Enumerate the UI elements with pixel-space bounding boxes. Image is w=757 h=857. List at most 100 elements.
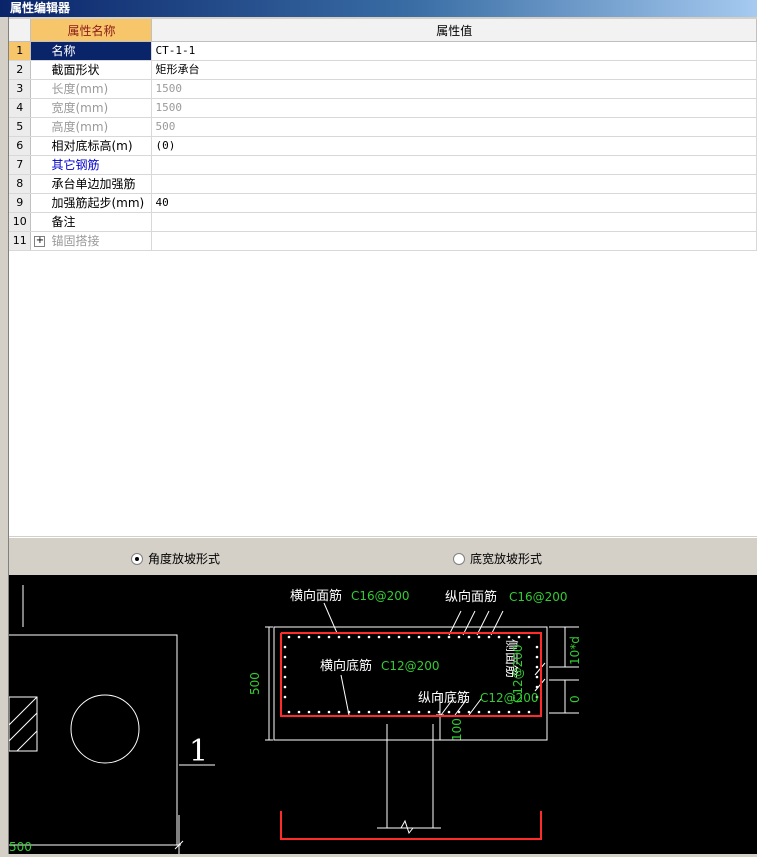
top-longitudinal-spec: C16@200 [509, 590, 568, 604]
angle-slope-label[interactable]: 角度放坡形式 [148, 550, 220, 567]
property-row[interactable]: 1 名称 CT-1-1 [9, 41, 757, 61]
rebar-dot [477, 710, 481, 714]
property-row[interactable]: 5 高度(mm) 500 [9, 117, 757, 137]
property-name: 其它钢筋 [51, 158, 100, 172]
property-name-cell[interactable]: 高度(mm) [30, 117, 153, 137]
rebar-dot [457, 710, 461, 714]
expand-toggle-icon[interactable]: + [34, 236, 46, 247]
property-row[interactable]: 3 长度(mm) 1500 [9, 79, 757, 99]
rebar-dot [397, 710, 401, 714]
property-name: 加强筋起步(mm) [51, 196, 145, 210]
row-number[interactable]: 8 [9, 174, 32, 194]
property-name-cell[interactable]: 长度(mm) [30, 79, 153, 99]
column-header-name[interactable]: 属性名称 [30, 19, 153, 42]
rebar-dot [467, 635, 471, 639]
property-row[interactable]: 2 截面形状 矩形承台 [9, 60, 757, 80]
width-slope-label[interactable]: 底宽放坡形式 [470, 550, 542, 567]
column-hatch-box [8, 696, 38, 752]
top-transverse-spec: C16@200 [351, 589, 410, 603]
rebar-dot [283, 645, 287, 649]
grid-body: 1 名称 CT-1-1 2 截面形状 矩形承台 3 长度(mm) 1500 4 宽度(mm) 1500… [9, 41, 757, 251]
rebar-dot [447, 635, 451, 639]
left-dock-strip [0, 17, 9, 854]
property-row[interactable]: 9 加强筋起步(mm) 40 [9, 193, 757, 213]
rebar-dot [327, 635, 331, 639]
row-number[interactable]: 3 [9, 79, 32, 99]
plan-dim-label: 500 [9, 840, 32, 854]
row-number[interactable]: 9 [9, 193, 32, 213]
property-value-cell[interactable] [151, 231, 757, 251]
width-slope-radio[interactable] [453, 552, 465, 565]
property-value-cell[interactable]: 1500 [151, 98, 757, 118]
property-name-cell[interactable]: 加强筋起步(mm) [30, 193, 153, 213]
leader-line [490, 610, 504, 636]
property-value-cell[interactable] [151, 174, 757, 194]
row-number[interactable]: 5 [9, 117, 32, 137]
rebar-dot [535, 655, 539, 659]
property-value-cell[interactable] [151, 155, 757, 175]
row-number[interactable]: 7 [9, 155, 32, 175]
rebar-dot [347, 710, 351, 714]
property-name-cell[interactable]: 承台单边加强筋 [30, 174, 153, 194]
rebar-dot [507, 635, 511, 639]
property-name: 名称 [51, 44, 76, 58]
row-number[interactable]: 4 [9, 98, 32, 118]
hatch-line [16, 730, 38, 752]
property-table: 属性名称 属性值 1 名称 CT-1-1 2 截面形状 矩形承台 3 长度(mm) 1500 4 宽… [9, 19, 757, 251]
side-rebar-spec: C12@200 [511, 644, 525, 703]
section-drawing-panel: 1 500 横向面筋 C16@200 纵向面筋 C16@200 横向底筋 C12… [8, 575, 757, 854]
row-number[interactable]: 11 [9, 231, 32, 251]
property-name-cell[interactable]: 相对底标高(m) [30, 136, 153, 156]
zero-dim-label: 0 [568, 695, 582, 703]
rebar-dot [457, 635, 461, 639]
plan-view [8, 585, 215, 854]
row-number[interactable]: 6 [9, 136, 32, 156]
property-row[interactable]: 7 其它钢筋 [9, 155, 757, 175]
row-number[interactable]: 1 [9, 41, 32, 61]
property-value-cell[interactable]: 1500 [151, 79, 757, 99]
rebar-dot [367, 710, 371, 714]
rebar-dot [317, 710, 321, 714]
row-number[interactable]: 2 [9, 60, 32, 80]
rebar-dot [283, 695, 287, 699]
property-row[interactable]: 10 备注 [9, 212, 757, 232]
property-row[interactable]: 8 承台单边加强筋 [9, 174, 757, 194]
property-value-cell[interactable]: (0) [151, 136, 757, 156]
angle-slope-option[interactable]: 角度放坡形式 [131, 550, 220, 567]
property-value-cell[interactable]: 500 [151, 117, 757, 137]
property-name-cell[interactable]: 备注 [30, 212, 153, 232]
rebar-dot [407, 710, 411, 714]
rebar-dot [447, 710, 451, 714]
property-row[interactable]: 4 宽度(mm) 1500 [9, 98, 757, 118]
column-header-value[interactable]: 属性值 [151, 19, 757, 42]
rebar-dot [535, 645, 539, 649]
property-value-cell[interactable] [151, 212, 757, 232]
rebar-dot [407, 635, 411, 639]
property-name: 截面形状 [51, 63, 100, 77]
hatch-line [8, 696, 38, 726]
property-row[interactable]: 6 相对底标高(m) (0) [9, 136, 757, 156]
property-name-cell[interactable]: 截面形状 [30, 60, 153, 80]
property-name-cell[interactable]: 名称 [30, 41, 153, 61]
property-row[interactable]: 11 + 锚固搭接 [9, 231, 757, 251]
width-slope-option[interactable]: 底宽放坡形式 [453, 550, 542, 567]
window-title: 属性编辑器 [0, 0, 757, 17]
property-name-cell[interactable]: 其它钢筋 [30, 155, 153, 175]
cap-section [265, 602, 579, 835]
property-value-cell[interactable]: 40 [151, 193, 757, 213]
property-name-cell[interactable]: + 锚固搭接 [30, 231, 153, 251]
rebar-dot [417, 710, 421, 714]
rebar-dot [357, 635, 361, 639]
property-name-cell[interactable]: 宽度(mm) [30, 98, 153, 118]
property-value-cell[interactable]: CT-1-1 [151, 41, 757, 61]
bottom-longitudinal-label: 纵向底筋 [418, 690, 470, 706]
rebar-dot [377, 710, 381, 714]
property-value-cell[interactable]: 矩形承台 [151, 60, 757, 80]
angle-slope-radio[interactable] [131, 552, 143, 565]
rebar-dot [477, 635, 481, 639]
bottom-transverse-spec: C12@200 [381, 659, 440, 673]
rebar-dot [347, 635, 351, 639]
property-name: 承台单边加强筋 [51, 177, 136, 191]
row-number[interactable]: 10 [9, 212, 32, 232]
property-name: 长度(mm) [51, 82, 109, 96]
